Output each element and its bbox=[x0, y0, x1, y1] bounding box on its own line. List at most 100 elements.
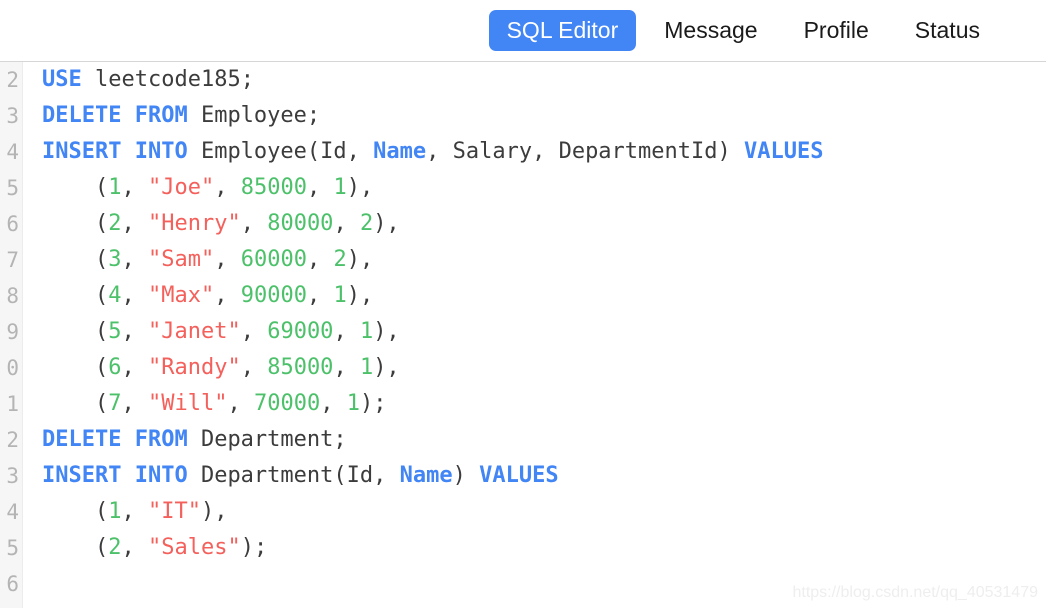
token-num: 90000 bbox=[240, 283, 307, 308]
code-line[interactable]: USE leetcode185; bbox=[24, 62, 1046, 98]
token-num: 1 bbox=[333, 283, 347, 308]
token-kw: Name bbox=[399, 463, 453, 488]
line-number: 3 bbox=[6, 464, 19, 488]
token-pln: , bbox=[121, 211, 148, 236]
token-pln: , bbox=[333, 211, 360, 236]
token-num: 4 bbox=[108, 283, 122, 308]
line-number: 6 bbox=[6, 572, 19, 596]
token-num: 1 bbox=[359, 355, 374, 380]
token-pln: , bbox=[214, 283, 241, 308]
sql-editor-pane[interactable]: 234567890123456 USE leetcode185; DELETE F… bbox=[0, 62, 1046, 608]
token-str: "Randy" bbox=[147, 355, 241, 380]
token-kw: USE bbox=[42, 67, 82, 92]
token-str: "IT" bbox=[147, 499, 201, 524]
token-pln: , bbox=[214, 175, 241, 200]
code-line[interactable]: DELETE FROM Department; bbox=[24, 422, 1046, 458]
token-num: 1 bbox=[359, 319, 374, 344]
token-pln: ), bbox=[346, 247, 374, 272]
code-line[interactable]: (2, "Henry", 80000, 2), bbox=[24, 206, 1046, 242]
line-number: 3 bbox=[6, 104, 19, 128]
token-num: 3 bbox=[108, 247, 122, 272]
token-pln: , bbox=[240, 355, 268, 380]
token-pln: Department(Id, bbox=[187, 463, 400, 488]
token-pln: , bbox=[121, 247, 148, 272]
line-number: 8 bbox=[6, 284, 19, 308]
line-number: 4 bbox=[6, 500, 19, 524]
token-num: 70000 bbox=[253, 391, 321, 416]
token-str: "Max" bbox=[147, 283, 215, 308]
token-pln: leetcode185; bbox=[81, 67, 254, 92]
line-number-gutter: 2 3 4 5 6 7 8 9 0 1 2 3 4 5 6 bbox=[0, 62, 23, 608]
token-num: 2 bbox=[108, 535, 122, 560]
token-pln: Department; bbox=[187, 427, 347, 452]
token-str: "Will" bbox=[147, 391, 228, 416]
token-str: "Sales" bbox=[147, 535, 241, 560]
token-num: 1 bbox=[333, 175, 347, 200]
line-number: 1 bbox=[6, 392, 19, 416]
tab-status[interactable]: Status bbox=[897, 10, 998, 51]
tab-sql-editor[interactable]: SQL Editor bbox=[488, 10, 637, 51]
token-num: 69000 bbox=[267, 319, 334, 344]
code-line[interactable]: (2, "Sales"); bbox=[24, 530, 1046, 566]
token-pln: , bbox=[306, 247, 334, 272]
token-pln: , bbox=[121, 499, 148, 524]
code-line[interactable]: (7, "Will", 70000, 1); bbox=[24, 386, 1046, 422]
token-str: "Henry" bbox=[147, 211, 241, 236]
token-pln: ), bbox=[373, 211, 400, 236]
token-num: 6 bbox=[108, 355, 122, 380]
token-pln: , bbox=[121, 319, 148, 344]
token-pln: , bbox=[240, 211, 268, 236]
line-number: 5 bbox=[6, 176, 19, 200]
token-pln: Employee; bbox=[187, 103, 321, 128]
token-num: 2 bbox=[359, 211, 374, 236]
token-num: 85000 bbox=[240, 175, 307, 200]
token-pln: , bbox=[306, 283, 334, 308]
code-line[interactable]: (1, "Joe", 85000, 1), bbox=[24, 170, 1046, 206]
token-num: 85000 bbox=[267, 355, 334, 380]
tab-profile[interactable]: Profile bbox=[786, 10, 887, 51]
line-number: 5 bbox=[6, 536, 19, 560]
line-number: 9 bbox=[6, 320, 19, 344]
token-pln: , bbox=[306, 175, 334, 200]
token-kw: VALUES bbox=[744, 139, 824, 164]
code-line[interactable]: (6, "Randy", 85000, 1), bbox=[24, 350, 1046, 386]
token-pln: ( bbox=[42, 535, 109, 560]
tab-message[interactable]: Message bbox=[646, 10, 775, 51]
line-number: 2 bbox=[6, 428, 19, 452]
token-pln: ), bbox=[373, 319, 400, 344]
token-pln: , bbox=[333, 355, 360, 380]
token-pln: , bbox=[227, 391, 254, 416]
token-pln: ), bbox=[373, 355, 400, 380]
token-pln: , bbox=[240, 319, 268, 344]
token-pln: ) bbox=[452, 463, 480, 488]
tab-bar: SQL Editor Message Profile Status bbox=[0, 0, 1046, 62]
token-pln: ); bbox=[240, 535, 268, 560]
token-kw: DELETE FROM bbox=[42, 103, 188, 128]
token-str: "Sam" bbox=[147, 247, 215, 272]
code-line[interactable]: (5, "Janet", 69000, 1), bbox=[24, 314, 1046, 350]
code-line[interactable]: DELETE FROM Employee; bbox=[24, 98, 1046, 134]
line-number: 7 bbox=[6, 248, 19, 272]
token-pln: ), bbox=[200, 499, 228, 524]
token-pln: , Salary, DepartmentId) bbox=[426, 139, 745, 164]
token-pln: ( bbox=[42, 499, 109, 524]
token-str: "Joe" bbox=[147, 175, 215, 200]
code-line[interactable]: (1, "IT"), bbox=[24, 494, 1046, 530]
code-line[interactable]: (4, "Max", 90000, 1), bbox=[24, 278, 1046, 314]
token-num: 7 bbox=[108, 391, 122, 416]
line-number: 6 bbox=[6, 212, 19, 236]
token-pln: , bbox=[121, 535, 148, 560]
token-pln: ), bbox=[346, 175, 374, 200]
token-pln: ( bbox=[42, 319, 109, 344]
token-kw: INSERT INTO bbox=[42, 139, 188, 164]
token-pln: ( bbox=[42, 247, 109, 272]
token-num: 2 bbox=[333, 247, 347, 272]
token-pln: , bbox=[121, 391, 148, 416]
token-pln: , bbox=[333, 319, 360, 344]
code-line[interactable]: (3, "Sam", 60000, 2), bbox=[24, 242, 1046, 278]
line-number: 0 bbox=[6, 356, 19, 380]
code-area[interactable]: USE leetcode185; DELETE FROM Employee; INS… bbox=[24, 62, 1046, 608]
line-number: 4 bbox=[6, 140, 19, 164]
code-line[interactable]: INSERT INTO Employee(Id, Name, Salary, D… bbox=[24, 134, 1046, 170]
code-line[interactable]: INSERT INTO Department(Id, Name) VALUES bbox=[24, 458, 1046, 494]
